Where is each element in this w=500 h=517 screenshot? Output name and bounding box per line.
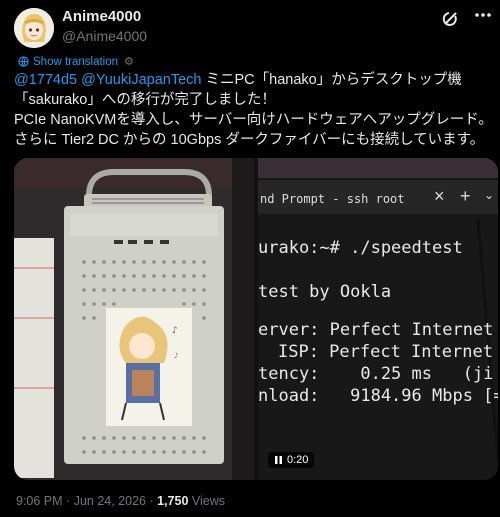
new-tab-icon: +: [460, 186, 471, 206]
tweet-meta: 9:06 PM · Jun 24, 2026 · 1,750 Views: [16, 494, 225, 508]
terminal-download: nload: 9184.96 Mbps [==: [258, 386, 498, 406]
svg-text:♪: ♪: [174, 352, 178, 360]
terminal-prompt: urako:~# ./speedtest: [258, 238, 463, 258]
more-options-icon[interactable]: [472, 4, 494, 26]
video-terminal[interactable]: nd Prompt - ssh root × + ⌄ urako:~# ./sp…: [258, 158, 498, 480]
avatar[interactable]: [14, 8, 54, 48]
tweet-line: さらに Tier2 DC からの 10Gbps ダークファイバーにも接続していま…: [14, 132, 485, 148]
tweet-date[interactable]: Jun 24, 2026: [74, 494, 146, 508]
chevron-down-icon: ⌄: [484, 188, 495, 202]
author-handle[interactable]: @Anime4000: [62, 28, 147, 44]
author-name[interactable]: Anime4000: [62, 8, 141, 25]
grok-icon[interactable]: [440, 8, 462, 30]
tweet-text: @1774d5 @YuukiJapanTech ミニPC「hanako」からデス…: [14, 70, 494, 150]
media-grid: ♪ ♪ nd Prompt - ssh root × + ⌄ urako:~# …: [14, 158, 498, 480]
tweet-time[interactable]: 9:06 PM: [16, 494, 63, 508]
mention-link[interactable]: @YuukiJapanTech: [81, 72, 201, 88]
globe-icon: [18, 56, 29, 67]
tweet-line: PCIe NanoKVMを導入し、サーバー向けハードウェアへアップグレード。: [14, 112, 493, 128]
photo-pc-case[interactable]: ♪ ♪: [14, 158, 254, 480]
terminal-isp: ISP: Perfect Internet: [278, 342, 493, 362]
terminal-server: erver: Perfect Internet: [258, 320, 494, 340]
mention-link[interactable]: @1774d5: [14, 72, 77, 88]
show-translation[interactable]: Show translation ⚙: [18, 55, 134, 68]
tweet-line: 「sakurako」への移行が完了しました！: [14, 92, 276, 108]
video-duration-badge[interactable]: 0:20: [268, 452, 315, 468]
video-duration: 0:20: [287, 454, 309, 466]
separator: ·: [66, 494, 74, 508]
separator: ·: [149, 494, 158, 508]
pause-icon[interactable]: [274, 455, 283, 465]
views-label: Views: [191, 494, 225, 508]
svg-text:♪: ♪: [172, 326, 178, 336]
terminal-tab-title: nd Prompt - ssh root: [260, 192, 405, 206]
terminal-header: test by Ookla: [258, 282, 392, 302]
gear-icon[interactable]: ⚙: [124, 55, 134, 68]
tweet-line: ミニPC「hanako」からデスクトップ機: [201, 72, 462, 88]
show-translation-label[interactable]: Show translation: [33, 56, 118, 68]
view-count: 1,750: [157, 494, 189, 508]
close-tab-icon: ×: [434, 186, 445, 206]
terminal-latency: tency: 0.25 ms (ji: [258, 364, 494, 384]
